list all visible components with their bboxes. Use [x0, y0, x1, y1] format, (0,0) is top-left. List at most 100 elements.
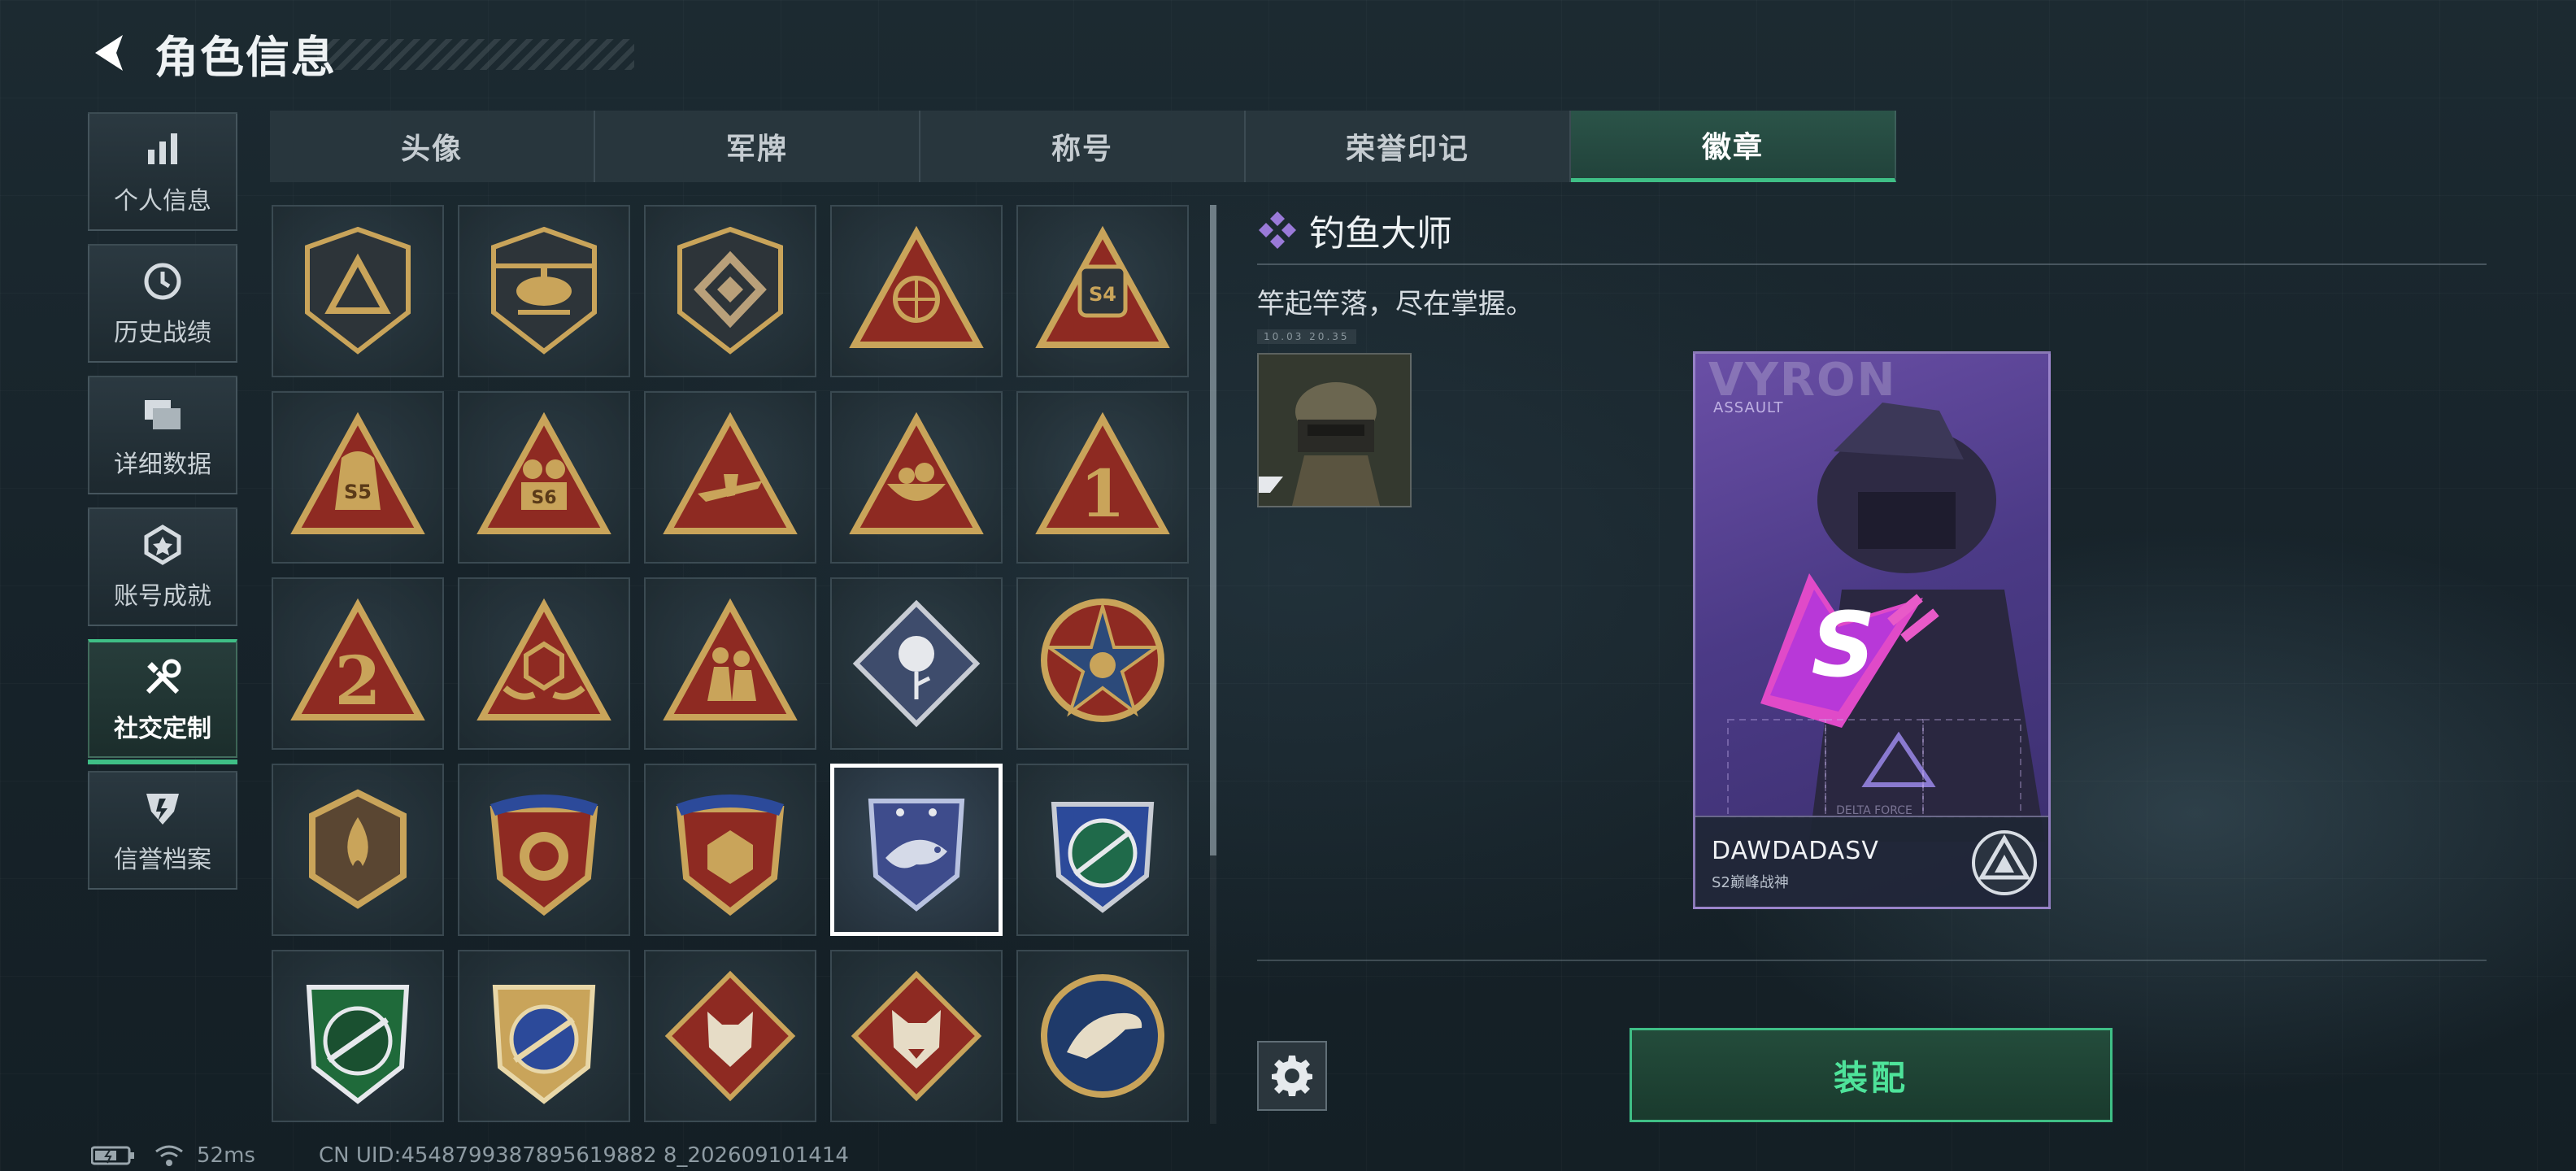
tab-avatar[interactable]: 头像	[270, 111, 595, 182]
gear-icon	[1272, 1056, 1312, 1096]
wolf-roar-diamond-badge-icon	[851, 970, 982, 1102]
back-button[interactable]	[81, 24, 138, 81]
sidebar-item-social-custom[interactable]: 社交定制	[88, 639, 237, 764]
badge-meta: 10.03 20.35	[1257, 329, 1356, 344]
grid-scrollbar-thumb[interactable]	[1210, 205, 1216, 855]
soldiers-triangle-badge-icon	[663, 598, 798, 720]
sidebar-item-achievements[interactable]: 账号成就	[88, 507, 237, 626]
delta-shield-badge-icon	[305, 226, 411, 355]
sidebar-item-detailed-data[interactable]: 详细数据	[88, 376, 237, 494]
badge-cell[interactable]	[272, 950, 444, 1122]
badge-cell[interactable]	[644, 391, 816, 564]
sidebar-item-history[interactable]: 历史战绩	[88, 244, 237, 363]
player-avatar	[1257, 353, 1412, 507]
badge-cell[interactable]: S4	[1016, 205, 1189, 377]
card-operator-class: ASSAULT	[1713, 399, 1784, 416]
tab-title[interactable]: 称号	[920, 111, 1246, 182]
badge-cell[interactable]	[458, 577, 630, 750]
rose-diamond-badge-icon	[852, 599, 981, 728]
aircraft-triangle-badge-icon	[663, 411, 798, 534]
badge-cell[interactable]	[458, 950, 630, 1122]
sidebar: 个人信息 历史战绩 详细数据 账号成就 社交定制 信誉档案	[88, 112, 237, 903]
hands-dice-triangle-badge-icon	[476, 598, 611, 720]
bar-chart-icon	[140, 127, 185, 172]
equip-button[interactable]: 装配	[1630, 1028, 2113, 1122]
badge-label: S4	[1089, 283, 1116, 306]
rifle-crosshair-badge-icon	[1051, 802, 1155, 913]
card-footer: DAWDADASV S2巅峰战神	[1695, 816, 2048, 907]
badge-cell[interactable]	[830, 391, 1003, 564]
badge-cell[interactable]	[830, 205, 1003, 377]
badge-description: 竿起竿落，尽在掌握。	[1257, 288, 1534, 320]
fishing-master-badge-icon	[868, 799, 965, 912]
star-round-badge-icon	[1041, 599, 1164, 722]
wolf-diamond-badge-icon	[664, 970, 796, 1102]
badge-cell[interactable]	[458, 764, 630, 936]
badge-cell[interactable]	[458, 205, 630, 377]
page-title: 角色信息	[154, 31, 337, 83]
helicopter-shield-badge-icon	[491, 226, 597, 355]
header: 角色信息	[81, 24, 634, 83]
badge-name: 钓鱼大师	[1309, 213, 1452, 255]
card-player-name: DAWDADASV	[1712, 837, 1879, 865]
ping-text: 52ms	[197, 1143, 255, 1168]
badge-label: 2	[334, 642, 381, 720]
sidebar-item-label: 历史战绩	[114, 319, 211, 347]
wifi-icon	[155, 1145, 183, 1166]
card-rank-text: S2巅峰战神	[1712, 874, 1789, 891]
badge-label: S6	[531, 488, 556, 508]
gold-rifle-badge-icon	[492, 985, 596, 1104]
sidebar-item-credit[interactable]: 信誉档案	[88, 771, 237, 890]
badge-cell[interactable]	[1016, 577, 1189, 750]
ruby-crest-badge-icon	[676, 794, 785, 916]
sidebar-item-label: 账号成就	[114, 582, 211, 611]
badge-label: 1	[1080, 455, 1125, 532]
tab-dog-tag[interactable]: 军牌	[595, 111, 920, 182]
badge-cell[interactable]	[830, 950, 1003, 1122]
bottom-divider	[1257, 960, 2487, 961]
sidebar-item-label: 社交定制	[114, 715, 211, 743]
history-clock-icon	[140, 259, 185, 304]
badge-cell[interactable]	[272, 205, 444, 377]
badge-cell[interactable]	[272, 764, 444, 936]
badge-label: S5	[344, 481, 372, 503]
name-divider	[1257, 263, 2487, 265]
bowl-triangle-badge-icon	[849, 411, 984, 534]
badge-cell[interactable]	[644, 950, 816, 1122]
settings-button[interactable]	[1257, 1041, 1327, 1111]
tab-honor-mark[interactable]: 荣誉印记	[1246, 111, 1571, 182]
back-arrow-icon	[95, 35, 123, 71]
rank-two-triangle-badge-icon: 2	[290, 598, 425, 720]
badge-cell[interactable]	[1016, 950, 1189, 1122]
uid-text: CN UID:4548799387895619882 8_20260910141…	[318, 1143, 849, 1168]
achievement-badge-icon	[140, 522, 185, 568]
s6-film-triangle-badge-icon: S6	[476, 411, 611, 534]
badge-cell[interactable]: S5	[272, 391, 444, 564]
folders-icon	[140, 390, 185, 436]
flame-hex-badge-icon	[309, 789, 407, 909]
status-bar: 52ms CN UID:4548799387895619882 8_202609…	[91, 1142, 849, 1169]
rank-emblem-icon	[1972, 830, 2037, 895]
sidebar-item-label: 个人信息	[114, 187, 211, 215]
badge-cell[interactable]: 1	[1016, 391, 1189, 564]
badge-cell-selected[interactable]	[830, 764, 1003, 936]
badge-cell[interactable]	[644, 205, 816, 377]
badge-cell[interactable]	[1016, 764, 1189, 936]
badge-cell[interactable]	[830, 577, 1003, 750]
player-card: S DELTA FORCE VYRON ASSAULT DAWDADASV S2…	[1693, 351, 2051, 909]
tools-icon	[140, 655, 185, 700]
badge-detail-panel: 钓鱼大师 竿起竿落，尽在掌握。 10.03 20.35 S DELTA FORC…	[1257, 202, 2487, 909]
badge-grid: S4 S5 S6 1 2	[272, 205, 1194, 1124]
sidebar-item-personal-info[interactable]: 个人信息	[88, 112, 237, 231]
sidebar-item-label: 信誉档案	[114, 846, 211, 874]
badge-cell[interactable]: S6	[458, 391, 630, 564]
tab-bar: 头像 军牌 称号 荣誉印记 徽章	[270, 111, 1896, 182]
badge-cell[interactable]: 2	[272, 577, 444, 750]
badge-cell[interactable]	[644, 764, 816, 936]
tab-badge[interactable]: 徽章	[1571, 111, 1896, 182]
globe-triangle-badge-icon	[849, 225, 984, 348]
s5-bag-triangle-badge-icon: S5	[290, 411, 425, 534]
green-rifle-badge-icon	[306, 985, 410, 1104]
battery-icon	[91, 1146, 134, 1165]
badge-cell[interactable]	[644, 577, 816, 750]
